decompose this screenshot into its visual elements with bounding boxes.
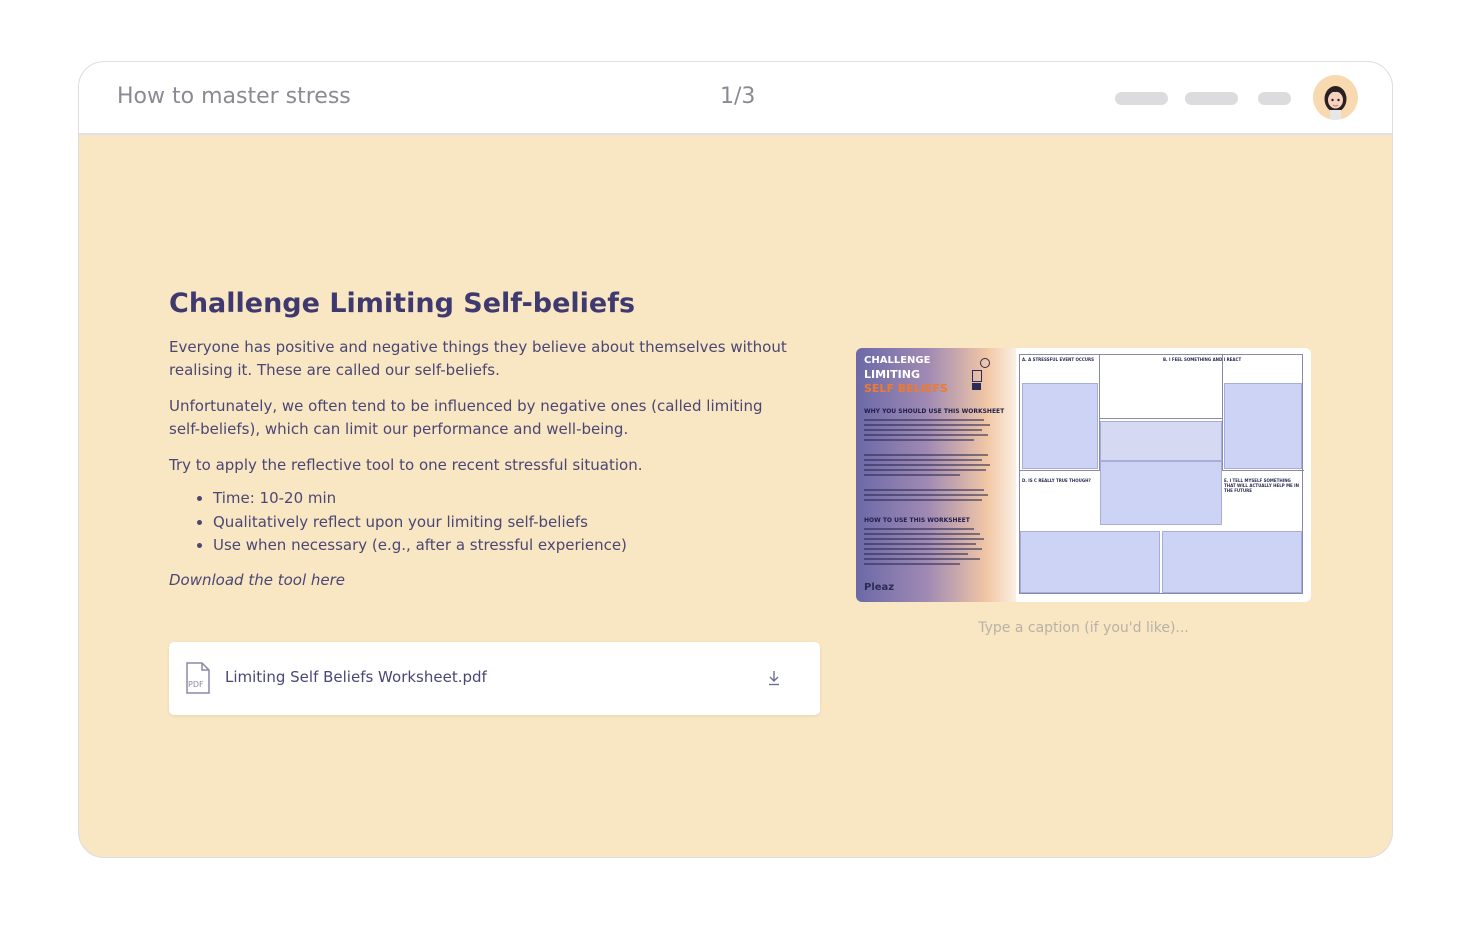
bullet-list: Time: 10-20 min Qualitatively reflect up… xyxy=(169,487,789,558)
avatar[interactable] xyxy=(1313,75,1358,120)
worksheet-field-c xyxy=(1100,461,1222,525)
worksheet-sidebar: CHALLENGE LIMITING SELF BELIEFS WHY YOU … xyxy=(856,348,1016,602)
nav-placeholder-3[interactable] xyxy=(1258,92,1291,105)
worksheet-section-how: HOW TO USE THIS WORKSHEET xyxy=(864,517,970,524)
paragraph-1: Everyone has positive and negative thing… xyxy=(169,338,787,379)
file-type-label: PDF xyxy=(188,680,204,689)
worksheet-brand: Pleaz xyxy=(864,582,895,593)
caption-input[interactable]: Type a caption (if you'd like)... xyxy=(856,620,1311,636)
worksheet-field-e xyxy=(1162,531,1302,593)
worksheet-title-line-1: CHALLENGE xyxy=(864,355,931,366)
box-b-label: B. I FEEL SOMETHING AND I REACT xyxy=(1163,357,1242,362)
box-a-label: A. A STRESSFUL EVENT OCCURS xyxy=(1022,357,1095,362)
paragraph-3: Try to apply the reflective tool to one … xyxy=(169,456,643,474)
attachment-row[interactable]: PDF Limiting Self Beliefs Worksheet.pdf xyxy=(169,642,820,715)
worksheet-title-line-3: SELF BELIEFS xyxy=(864,382,948,395)
top-bar: How to master stress 1/3 xyxy=(79,62,1392,135)
page-counter: 1/3 xyxy=(720,84,756,109)
worksheet-title-line-2: LIMITING xyxy=(864,368,920,381)
worksheet-field-b xyxy=(1224,383,1302,469)
attachment-name: Limiting Self Beliefs Worksheet.pdf xyxy=(225,668,487,686)
deck-title: How to master stress xyxy=(117,84,351,109)
worksheet-field-d xyxy=(1020,531,1160,593)
slide-text: Challenge Limiting Self-beliefs Everyone… xyxy=(169,287,789,589)
box-e-label: E. I TELL MYSELF SOMETHING THAT WILL ACT… xyxy=(1224,478,1300,493)
nav-placeholder-1[interactable] xyxy=(1115,92,1168,105)
paragraph-2: Unfortunately, we often tend to be influ… xyxy=(169,397,763,438)
list-item: Use when necessary (e.g., after a stress… xyxy=(213,534,789,558)
list-item: Time: 10-20 min xyxy=(213,487,789,511)
box-d-label: D. IS C REALLY TRUE THOUGH? xyxy=(1022,478,1091,483)
slide-heading: Challenge Limiting Self-beliefs xyxy=(169,288,636,319)
pdf-file-icon: PDF xyxy=(186,662,210,694)
download-hint: Download the tool here xyxy=(169,570,346,589)
worksheet-image[interactable]: CHALLENGE LIMITING SELF BELIEFS WHY YOU … xyxy=(856,348,1311,602)
slide-card: How to master stress 1/3 Challenge Limit… xyxy=(78,61,1393,858)
list-item: Qualitatively reflect upon your limiting… xyxy=(213,511,789,535)
worksheet-field-a xyxy=(1022,383,1098,469)
worksheet-grid: A. A STRESSFUL EVENT OCCURS B. I FEEL SO… xyxy=(1019,354,1304,594)
user-avatar-icon xyxy=(1324,86,1347,120)
download-icon[interactable] xyxy=(767,670,781,686)
worksheet-field-c-header xyxy=(1100,421,1222,461)
worksheet-section-why: WHY YOU SHOULD USE THIS WORKSHEET xyxy=(864,408,1005,415)
nav-placeholder-2[interactable] xyxy=(1185,92,1238,105)
